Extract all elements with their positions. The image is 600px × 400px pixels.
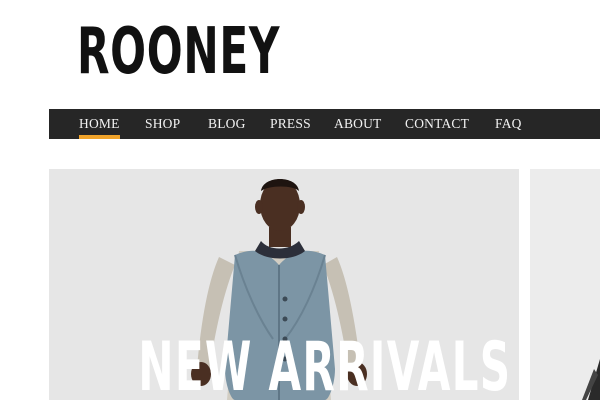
- nav-item-home[interactable]: HOME: [79, 109, 120, 139]
- hero-title: NEW ARRIVALS: [138, 328, 512, 400]
- nav-item-press[interactable]: PRESS: [270, 109, 311, 139]
- main-navigation: HOME SHOP BLOG PRESS ABOUT CONTACT FAQ: [49, 109, 600, 139]
- nav-item-about[interactable]: ABOUT: [334, 109, 382, 139]
- nav-item-shop[interactable]: SHOP: [145, 109, 180, 139]
- site-logo[interactable]: ROONEY: [77, 12, 280, 92]
- nav-item-contact[interactable]: CONTACT: [405, 109, 469, 139]
- hero-banner[interactable]: NEW ARRIVALS: [49, 169, 519, 400]
- side-promo-image: [582, 359, 600, 400]
- nav-item-faq[interactable]: FAQ: [495, 109, 522, 139]
- side-promo-panel[interactable]: [530, 169, 600, 400]
- nav-item-blog[interactable]: BLOG: [208, 109, 246, 139]
